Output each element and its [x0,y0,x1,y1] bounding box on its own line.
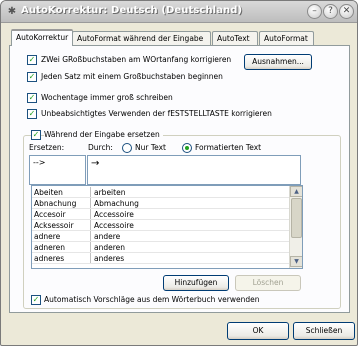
checkbox-ersetzen[interactable]: ✓ [31,130,41,140]
tab-label: AutoKorrektur [16,33,69,42]
durch-label: Durch: [88,143,113,152]
tab-label: AutoFormat während der Eingabe [77,34,204,43]
tab-label: AutoText [217,34,250,43]
tab-autoformat[interactable]: AutoFormat [259,31,314,45]
scroll-up-icon[interactable]: ▲ [290,186,302,197]
label-zwei-gross: ZWei GRoßbuchstaben am WOrtanfang korrig… [41,55,232,64]
label-feststelltaste: Unbeabsichtigtes Verwenden der fESTSTELL… [41,109,272,118]
ok-button[interactable]: OK [227,322,289,340]
scroll-down-icon[interactable]: ▼ [290,256,302,267]
replacement-list[interactable]: Abeiten arbeiten Abnachung Abmachung Acces… [31,185,303,269]
checkbox-zwei-gross[interactable]: ✓ [27,55,37,65]
label-wochentage: Wochentage immer groß schreiben [41,93,173,102]
radio-nur-text[interactable] [122,143,132,153]
app-icon: ✱ [7,6,17,17]
label-ersetzen: Während der Eingabe ersetzen [44,130,163,140]
ersetzen-label: Ersetzen: [29,143,65,152]
schliessen-button[interactable]: Schließen [293,322,355,340]
label-nur-text: Nur Text [135,143,166,152]
tab-autotext[interactable]: AutoText [212,31,258,45]
tab-autoformat-eingabe[interactable]: AutoFormat während der Eingabe [72,31,211,45]
list-row[interactable]: Acksessoir Accessoire [32,220,290,231]
label-formatierten-text: Formatierten Text [195,143,262,152]
list-row[interactable]: adnere andere [32,231,290,242]
loeschen-button[interactable]: Löschen [235,275,301,291]
label-satzanfang: Jeden Satz mit einem Großbuchstaben begi… [41,72,223,81]
checkbox-wochentage[interactable]: ✓ [27,93,37,103]
scroll-thumb[interactable] [291,198,302,238]
minimize-button[interactable]: – [307,4,322,19]
autokorrektur-dialog: ✱ AutoKorrektur: Deutsch (Deutschland) –… [0,0,358,346]
ausnahmen-button[interactable]: Ausnahmen... [244,54,312,70]
label-woerterbuch: Automatisch Vorschläge aus dem Wörterbuc… [44,295,260,304]
list-row[interactable]: Accesoir Accessoire [32,209,290,220]
tab-autokorrektur[interactable]: AutoKorrektur [11,29,73,46]
window-title: AutoKorrektur: Deutsch (Deutschland) [21,5,243,16]
ersetzen-input[interactable]: --> [29,155,86,185]
hinzufuegen-button[interactable]: Hinzufügen [163,275,229,291]
title-bar: ✱ AutoKorrektur: Deutsch (Deutschland) –… [1,1,357,23]
checkbox-satzanfang[interactable]: ✓ [27,72,37,82]
list-scrollbar[interactable]: ▲ ▼ [289,186,302,268]
radio-formatierten-text[interactable] [182,143,192,153]
list-row[interactable]: adneren anderen [32,242,290,253]
list-row[interactable]: Abnachung Abmachung [32,198,290,209]
checkbox-woerterbuch[interactable]: ✓ [31,295,41,305]
checkbox-feststelltaste[interactable]: ✓ [27,109,37,119]
list-row[interactable]: Abeiten arbeiten [32,187,290,198]
list-row[interactable]: adneres anderes [32,253,290,264]
help-button[interactable]: ? [323,4,338,19]
tab-label: AutoFormat [264,34,308,43]
durch-input[interactable]: → [87,155,301,185]
close-button[interactable]: ✕ [339,4,354,19]
